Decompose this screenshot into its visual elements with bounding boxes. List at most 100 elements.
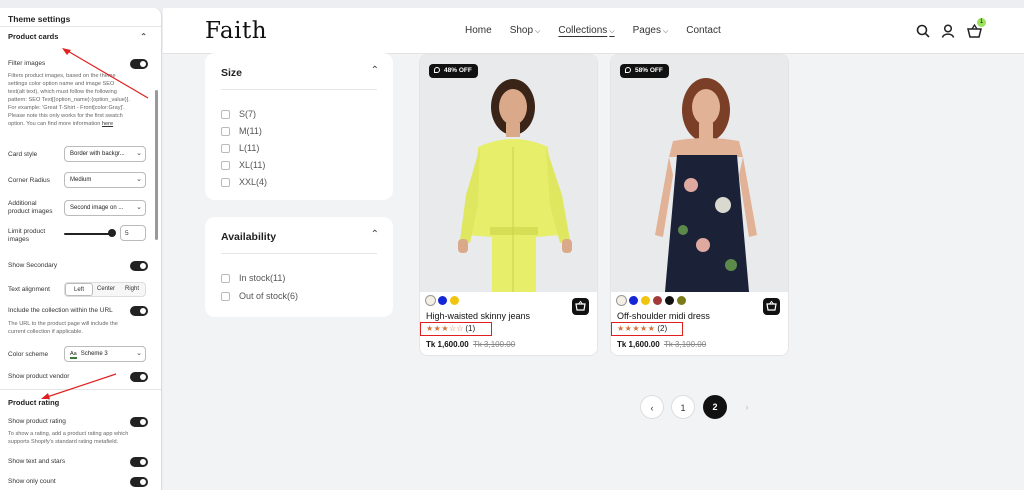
limit-images-setting: Limit product images 5 [8,225,148,246]
chevron-up-icon[interactable]: ⌃ [371,65,379,76]
help-line: supports Shopify's standard rating metaf… [8,439,119,445]
availability-filter: Availability ⌃ In stock(11) Out of stock… [205,217,393,317]
option-label: S(7) [239,109,257,119]
model-in-floral-top-image [655,78,757,292]
size-option[interactable]: L(11) [221,143,259,153]
tag-icon [434,67,440,73]
discount-badge: 58% OFF [620,64,669,78]
nav-label: Collections [558,25,608,36]
show-vendor-toggle[interactable] [130,372,148,382]
color-swatch[interactable] [617,296,626,305]
text-alignment-setting: Text alignment Left Center Right [8,282,148,300]
label-line: Limit product [8,228,46,235]
product-card[interactable]: 58% OFF Off-shoulder midi dress ★★★★★ (2)… [610,54,789,356]
store-logo[interactable]: Faith [205,18,267,44]
product-card[interactable]: 48% OFF High-waisted skinny jeans ★★★☆☆(… [419,54,598,356]
product-rating-highlight: ★★★★★ (2) [611,322,683,336]
account-icon[interactable] [941,24,955,38]
add-to-cart-button[interactable] [763,298,780,315]
align-right-option[interactable]: Right [119,283,145,296]
size-option[interactable]: XL(11) [221,160,265,170]
cart-icon [766,300,777,311]
checkbox[interactable] [221,177,230,187]
pagination-prev-button[interactable]: ‹ [640,395,664,419]
show-secondary-toggle[interactable] [130,261,148,271]
pagination-page-2-current[interactable]: 2 [703,395,727,419]
chevron-up-icon: ⌃ [140,32,147,41]
color-swatch[interactable] [450,296,459,305]
product-cards-section-header[interactable]: Product cards ⌃ [0,27,161,46]
rating-count: (2) [657,324,668,333]
additional-images-setting: Additional product images Second image on… [8,198,148,218]
chevron-down-icon: ⌵ [609,28,615,35]
color-scheme-label: Color scheme [8,351,49,358]
checkbox[interactable] [221,126,230,136]
availability-option[interactable]: In stock(11) [221,273,285,283]
card-style-setting: Card style Border with backgr... ⌄ [8,146,148,164]
checkbox[interactable] [221,273,230,283]
checkbox[interactable] [221,143,230,153]
additional-images-select[interactable]: Second image on ... ⌄ [64,200,146,216]
product-name[interactable]: Off-shoulder midi dress [617,311,710,321]
align-left-option[interactable]: Left [65,283,93,296]
search-icon[interactable] [916,24,930,38]
checkbox[interactable] [221,160,230,170]
nav-shop[interactable]: Shop ⌵ [510,25,541,36]
checkbox[interactable] [221,109,230,119]
color-swatch[interactable] [653,296,662,305]
chevron-updown-icon: ⌄ [136,150,142,157]
size-option[interactable]: S(7) [221,109,256,119]
color-swatch[interactable] [438,296,447,305]
size-option[interactable]: M(11) [221,126,262,136]
add-to-cart-button[interactable] [572,298,589,315]
store-header: Faith Home Shop ⌵ Collections ⌵ Pages ⌵ Con… [163,8,1024,54]
chevron-down-icon: ⌵ [662,28,669,35]
color-swatch[interactable] [426,296,435,305]
pagination-page-1[interactable]: 1 [671,395,695,419]
color-swatch[interactable] [665,296,674,305]
color-swatch[interactable] [677,296,686,305]
limit-images-slider-handle[interactable] [108,229,116,237]
option-label: In stock(11) [239,273,286,283]
text-alignment-label: Text alignment [8,286,50,293]
nav-collections[interactable]: Collections ⌵ [558,25,614,36]
color-scheme-select[interactable]: Aa Scheme 3 ⌄ [64,346,146,362]
nav-pages[interactable]: Pages ⌵ [633,25,669,36]
pagination-next-button[interactable]: › [735,395,759,419]
nav-contact[interactable]: Contact [686,25,720,36]
product-image[interactable]: 58% OFF [611,55,788,292]
help-link[interactable]: here [102,121,113,127]
product-name[interactable]: High-waisted skinny jeans [426,311,530,321]
size-option[interactable]: XXL(4) [221,177,267,187]
option-label: L(11) [239,143,260,153]
card-style-select[interactable]: Border with backgr... ⌄ [64,146,146,162]
nav-home[interactable]: Home [465,25,492,36]
scheme-swatch-icon: Aa [70,351,77,359]
color-swatch[interactable] [629,296,638,305]
badge-text: 58% OFF [635,67,663,74]
product-image[interactable]: 48% OFF [420,55,597,292]
corner-radius-label: Corner Radius [8,177,50,184]
size-filter-title[interactable]: Size [221,67,242,79]
color-scheme-value: Scheme 3 [80,351,108,357]
corner-radius-select[interactable]: Medium ⌄ [64,172,146,188]
product-price: Tk 1,600.00 Tk 3,100.00 [426,340,515,349]
include-collection-toggle[interactable] [130,306,148,316]
show-only-count-toggle[interactable] [130,477,148,487]
checkbox[interactable] [221,291,230,301]
align-center-option[interactable]: Center [93,283,119,296]
panel-scrollbar[interactable] [155,90,158,240]
color-swatch[interactable] [641,296,650,305]
availability-filter-title[interactable]: Availability [221,231,276,243]
chevron-up-icon[interactable]: ⌃ [371,229,379,240]
show-rating-setting: Show product rating [8,417,148,427]
badge-text: 48% OFF [444,67,472,74]
label-line: Additional [8,200,37,207]
limit-images-input[interactable]: 5 [120,225,146,241]
limit-images-slider-track[interactable] [64,233,110,235]
show-rating-toggle[interactable] [130,417,148,427]
show-text-stars-toggle[interactable] [130,457,148,467]
filter-images-label: Filter images [8,60,46,67]
option-label: XL(11) [239,160,266,170]
availability-option[interactable]: Out of stock(6) [221,291,298,301]
